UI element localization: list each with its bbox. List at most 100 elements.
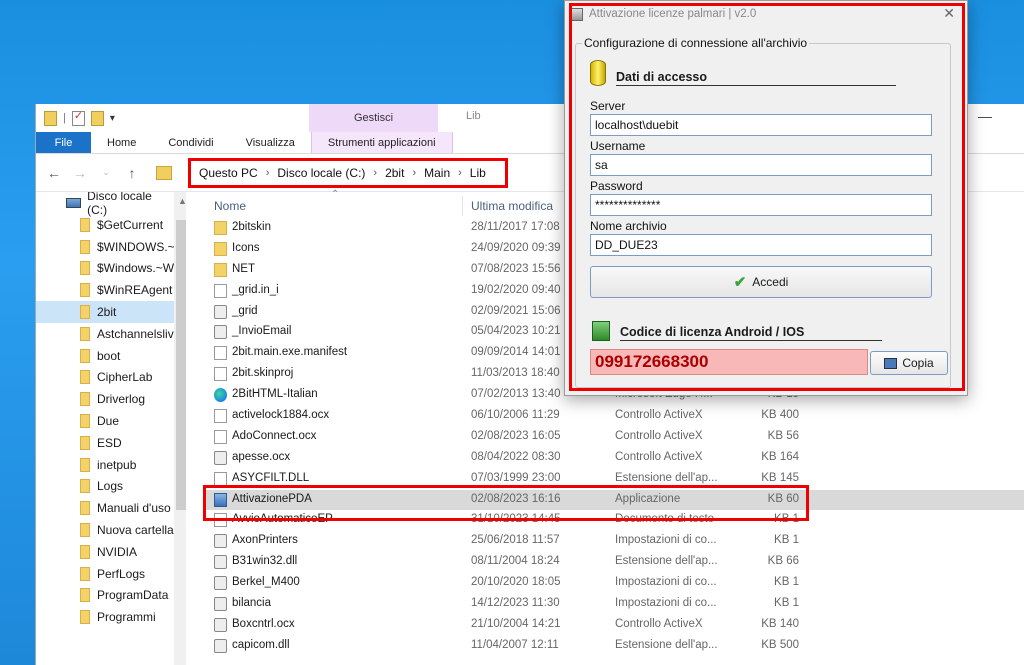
gear-file-icon — [214, 450, 227, 465]
file-date: 21/10/2004 14:21 — [471, 617, 561, 630]
nav-folder-item[interactable]: $Windows.~W — [36, 258, 186, 280]
username-field[interactable] — [590, 154, 932, 176]
nav-folder-item[interactable]: PerfLogs — [36, 563, 186, 585]
nav-folder-item[interactable]: Logs — [36, 476, 186, 498]
tab-condividi[interactable]: Condividi — [152, 132, 229, 153]
gear-file-icon — [214, 534, 227, 549]
nav-drive-c[interactable]: Disco locale (C:) ⌃ — [36, 192, 186, 217]
copy-button[interactable]: Copia — [870, 351, 948, 375]
nav-folder-item[interactable]: NVIDIA — [36, 541, 186, 563]
nav-folder-item[interactable]: $WINDOWS.~B — [36, 236, 186, 258]
password-field[interactable] — [590, 194, 932, 216]
file-row[interactable]: Boxcntrl.ocx 21/10/2004 14:21 Controllo Ac… — [204, 615, 1024, 636]
column-name[interactable]: Nome — [214, 199, 246, 213]
file-name: Boxcntrl.ocx — [232, 617, 295, 630]
file-row[interactable]: B31win32.dll 08/11/2004 18:24 Estensione d… — [204, 552, 1024, 573]
license-section-header: Codice di licenza Android / IOS — [592, 321, 882, 341]
crumb-questo-pc[interactable]: Questo PC — [199, 166, 258, 180]
back-arrow-icon[interactable]: ← — [46, 165, 62, 181]
crumb-disco-locale[interactable]: Disco locale (C:) — [277, 166, 365, 180]
file-type: Estensione dell'ap... — [615, 471, 718, 484]
file-date: 11/03/2013 18:40 — [471, 367, 560, 380]
nav-folder-item[interactable]: Manuali d'uso — [36, 497, 186, 519]
folder-icon — [80, 239, 90, 254]
nav-folder-list: $GetCurrent $WINDOWS.~B $Windows.~W $WinREA… — [36, 214, 186, 628]
file-icon — [214, 409, 227, 424]
nav-folder-label: ESD — [97, 435, 122, 450]
file-type: Controllo ActiveX — [615, 450, 703, 463]
column-divider[interactable] — [462, 196, 463, 216]
file-name: _grid.in_i — [232, 283, 279, 296]
file-date: 11/04/2007 12:11 — [471, 638, 559, 651]
file-date: 08/04/2022 08:30 — [471, 450, 561, 463]
nav-folder-item[interactable]: boot — [36, 345, 186, 367]
nav-folder-item[interactable]: Programmi — [36, 606, 186, 628]
file-date: 07/08/2023 15:56 — [471, 262, 561, 275]
folder-icon[interactable] — [44, 110, 57, 126]
close-icon[interactable]: ✕ — [943, 5, 955, 22]
tab-home[interactable]: Home — [91, 132, 152, 153]
file-name: B31win32.dll — [232, 555, 298, 568]
nav-folder-item[interactable]: 2bit — [36, 301, 186, 323]
file-row[interactable]: activelock1884.ocx 06/10/2006 11:29 Contro… — [204, 406, 1024, 427]
properties-icon[interactable] — [71, 109, 85, 126]
gear-file-icon — [214, 555, 227, 570]
file-row[interactable]: AdoConnect.ocx 02/08/2023 16:05 Controllo … — [204, 427, 1024, 448]
file-icon — [214, 346, 227, 361]
nav-folder-item[interactable]: CipherLab — [36, 367, 186, 389]
nav-drive-label: Disco locale (C:) — [87, 192, 152, 217]
license-code-field[interactable] — [590, 349, 868, 375]
chevron-right-icon: › — [373, 166, 378, 179]
archive-name-field[interactable] — [590, 234, 932, 256]
crumb-2bit[interactable]: 2bit — [385, 166, 404, 180]
scrollbar-thumb[interactable] — [176, 220, 186, 510]
scroll-up-icon[interactable]: ▲ — [178, 196, 186, 206]
nav-folder-item[interactable]: Nuova cartella — [36, 519, 186, 541]
tab-visualizza[interactable]: Visualizza — [230, 132, 311, 153]
column-date[interactable]: Ultima modifica — [471, 199, 553, 213]
folder-icon — [80, 544, 90, 559]
folder-icon — [80, 414, 90, 429]
nav-folder-item[interactable]: $GetCurrent — [36, 214, 186, 236]
file-name: AdoConnect.ocx — [232, 429, 317, 442]
file-row[interactable]: AxonPrinters 25/06/2018 11:57 Impostazioni… — [204, 531, 1024, 552]
nav-folder-item[interactable]: $WinREAgent — [36, 279, 186, 301]
forward-arrow-icon[interactable]: → — [72, 165, 88, 181]
quick-access-dropdown-icon[interactable]: ▾ — [110, 113, 115, 124]
nav-folder-item[interactable]: Astchannelslive — [36, 323, 186, 345]
crumb-main[interactable]: Main — [424, 166, 450, 180]
recent-dropdown-icon[interactable]: ⌄ — [98, 167, 114, 178]
tab-strumenti-applicazioni[interactable]: Strumenti applicazioni — [310, 132, 453, 153]
nav-scrollbar[interactable]: ▲ — [174, 192, 186, 665]
folder-icon — [80, 392, 90, 407]
file-row[interactable]: capicom.dll 11/04/2007 12:11 Estensione de… — [204, 636, 1024, 657]
file-row[interactable]: Berkel_M400 20/10/2020 18:05 Impostazioni … — [204, 573, 1024, 594]
password-label: Password — [590, 179, 643, 193]
file-type: Estensione dell'ap... — [615, 555, 718, 568]
nav-folder-label: Nuova cartella — [97, 523, 174, 538]
nav-folder-label: PerfLogs — [97, 566, 146, 581]
breadcrumb[interactable]: Questo PC › Disco locale (C:) › 2bit › M… — [188, 157, 508, 188]
access-section-title: Dati di accesso — [616, 70, 896, 86]
server-field[interactable] — [590, 114, 932, 136]
folder-icon — [214, 262, 227, 277]
nav-folder-item[interactable]: ESD — [36, 432, 186, 454]
nav-folder-item[interactable]: Due — [36, 410, 186, 432]
login-button[interactable]: ✔ Accedi — [590, 266, 932, 298]
minimize-icon[interactable]: — — [978, 108, 992, 124]
file-date: 07/03/1999 23:00 — [471, 471, 561, 484]
tab-file[interactable]: File — [36, 132, 91, 153]
new-folder-icon[interactable] — [90, 110, 104, 126]
address-folder-icon — [156, 165, 172, 180]
file-type: Impostazioni di co... — [615, 534, 717, 547]
up-arrow-icon[interactable]: ↑ — [124, 165, 140, 181]
file-name: _InvioEmail — [232, 325, 292, 338]
folder-icon — [80, 261, 90, 276]
folder-icon — [80, 326, 90, 341]
crumb-lib[interactable]: Lib — [470, 166, 486, 180]
file-row[interactable]: apesse.ocx 08/04/2022 08:30 Controllo Acti… — [204, 448, 1024, 469]
nav-folder-item[interactable]: Driverlog — [36, 388, 186, 410]
file-row[interactable]: bilancia 14/12/2023 11:30 Impostazioni di … — [204, 594, 1024, 615]
nav-folder-item[interactable]: ProgramData — [36, 585, 186, 607]
nav-folder-item[interactable]: inetpub — [36, 454, 186, 476]
